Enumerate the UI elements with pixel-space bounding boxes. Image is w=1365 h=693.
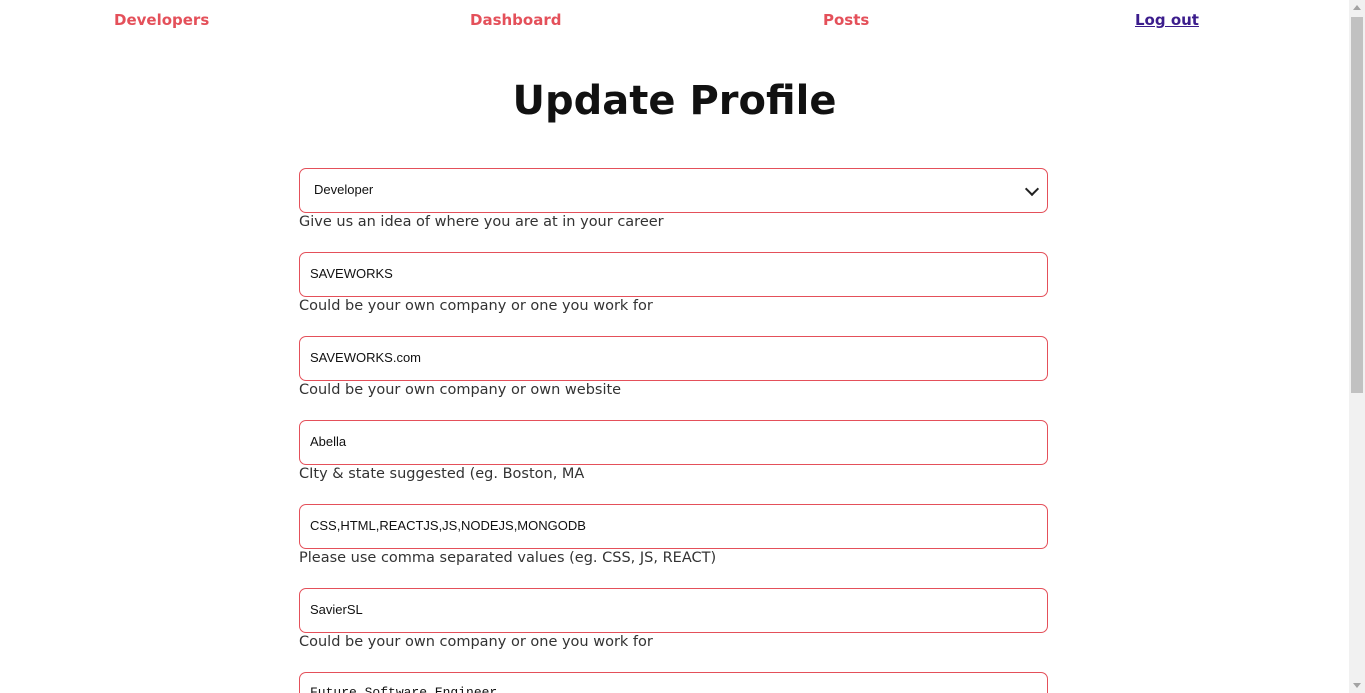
- location-input-value: Abella: [310, 434, 347, 449]
- location-input[interactable]: Abella: [299, 420, 1048, 465]
- scroll-up-arrow-icon[interactable]: [1353, 5, 1361, 10]
- company-hint: Could be your own company or one you wor…: [299, 298, 653, 314]
- bio-textarea-value: Future Software Engineer: [310, 685, 498, 693]
- bio-textarea[interactable]: Future Software Engineer: [299, 672, 1048, 693]
- top-nav: Developers Dashboard Posts Log out: [0, 0, 1349, 40]
- scrollbar-thumb[interactable]: [1351, 17, 1363, 393]
- skills-input-value: CSS,HTML,REACTJS,JS,NODEJS,MONGODB: [310, 518, 586, 533]
- page-scrollbar[interactable]: [1349, 0, 1365, 693]
- github-input[interactable]: SavierSL: [299, 588, 1048, 633]
- status-select-value: Developer: [314, 182, 374, 197]
- logout-link[interactable]: Log out: [1135, 11, 1199, 29]
- website-hint: Could be your own company or own website: [299, 382, 622, 398]
- skills-hint: Please use comma separated values (eg. C…: [299, 550, 717, 566]
- github-hint: Could be your own company or one you wor…: [299, 634, 653, 650]
- website-input[interactable]: SAVEWORKS.com: [299, 336, 1048, 381]
- company-input-value: SAVEWORKS: [310, 266, 393, 281]
- location-hint: CIty & state suggested (eg. Boston, MA: [299, 466, 585, 482]
- github-input-value: SavierSL: [310, 602, 363, 617]
- nav-dashboard-link[interactable]: Dashboard: [470, 11, 561, 29]
- scroll-down-arrow-icon[interactable]: [1353, 683, 1361, 688]
- status-hint: Give us an idea of where you are at in y…: [299, 214, 664, 230]
- page-title: Update Profile: [512, 78, 837, 124]
- nav-posts-link[interactable]: Posts: [823, 11, 869, 29]
- company-input[interactable]: SAVEWORKS: [299, 252, 1048, 297]
- status-select[interactable]: Developer: [299, 168, 1048, 213]
- chevron-down-icon: [1024, 181, 1040, 197]
- skills-input[interactable]: CSS,HTML,REACTJS,JS,NODEJS,MONGODB: [299, 504, 1048, 549]
- nav-developers-link[interactable]: Developers: [114, 11, 209, 29]
- website-input-value: SAVEWORKS.com: [310, 350, 422, 365]
